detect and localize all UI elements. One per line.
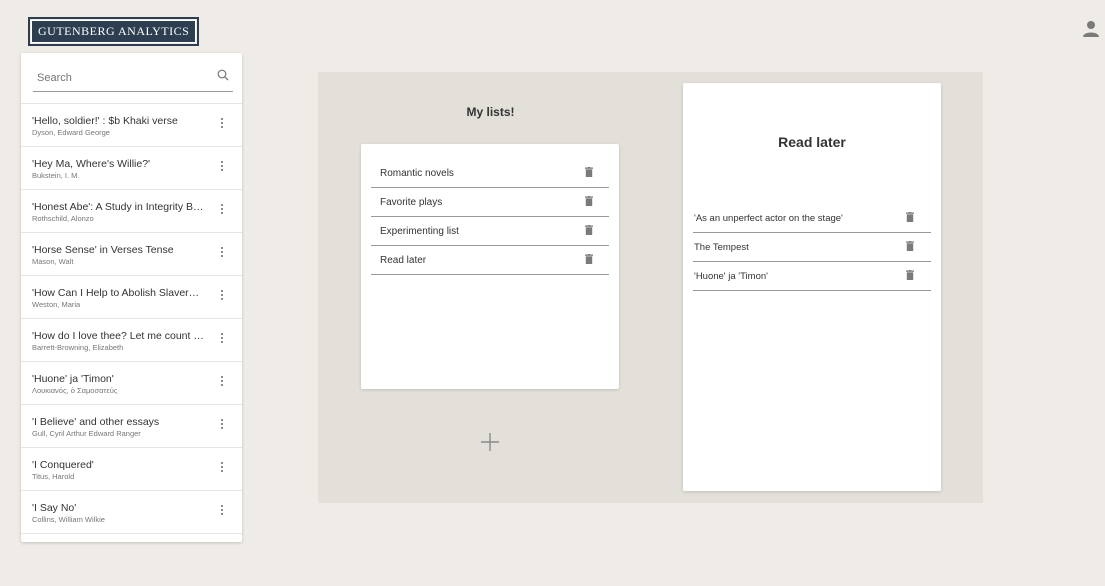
list-book-item[interactable]: 'As an unperfect actor on the stage'	[693, 204, 931, 233]
more-options-icon[interactable]	[218, 505, 226, 519]
search-icon[interactable]	[217, 69, 229, 81]
book-list-item[interactable]: 'Horse Sense' in Verses Tense Mason, Walt	[21, 233, 242, 276]
book-title: 'Hello, soldier!' : $b Khaki verse	[32, 115, 178, 127]
book-title: 'How Can I Help to Abolish Slavery?' or,…	[32, 287, 204, 299]
delete-list-icon[interactable]	[585, 196, 593, 206]
search-input[interactable]	[33, 65, 233, 92]
book-list-item[interactable]: 'Hey Ma, Where's Willie?' Bukstein, I. M.	[21, 147, 242, 190]
app-logo: GUTENBERG ANALYTICS	[28, 17, 200, 46]
book-list-item[interactable]: 'Huone' ja 'Timon' Λουκιανός, ὁ Σαμοσατεύ…	[21, 362, 242, 405]
book-list-item[interactable]: 'How do I love thee? Let me count the wa…	[21, 319, 242, 362]
more-options-icon[interactable]	[218, 118, 226, 132]
remove-book-icon[interactable]	[906, 241, 914, 251]
selected-list-title: Read later	[778, 134, 846, 150]
list-name: Read later	[380, 255, 427, 266]
delete-list-icon[interactable]	[585, 167, 593, 177]
list-book-item[interactable]: The Tempest	[693, 233, 931, 262]
book-author: Gull, Cyril Arthur Edward Ranger	[32, 429, 141, 438]
more-options-icon[interactable]	[218, 462, 226, 476]
book-author: Λουκιανός, ὁ Σαμοσατεύς	[32, 386, 118, 395]
more-options-icon[interactable]	[218, 419, 226, 433]
book-title: 'Honest Abe': A Study in Integrity Based…	[32, 201, 204, 213]
remove-book-icon[interactable]	[906, 212, 914, 222]
search-bar	[21, 53, 242, 104]
list-item[interactable]: Read later	[371, 246, 609, 275]
more-options-icon[interactable]	[218, 290, 226, 304]
list-book-title: 'Huone' ja 'Timon'	[694, 271, 768, 282]
book-author: Weston, Maria	[32, 300, 81, 309]
more-options-icon[interactable]	[218, 161, 226, 175]
add-list-button[interactable]	[480, 432, 500, 452]
book-title: 'Huone' ja 'Timon'	[32, 373, 114, 385]
book-title: 'I Conquered'	[32, 459, 94, 471]
book-author: Collins, William Wilkie	[32, 515, 105, 524]
book-author: Titus, Harold	[32, 472, 75, 481]
book-list-item[interactable]: 'Honest Abe': A Study in Integrity Based…	[21, 190, 242, 233]
list-item[interactable]: Favorite plays	[371, 188, 609, 217]
app-logo-text: GUTENBERG ANALYTICS	[31, 20, 197, 43]
book-list-item[interactable]: 'I Believe' and other essays Gull, Cyril …	[21, 405, 242, 448]
book-sidebar: 'Hello, soldier!' : $b Khaki verseDyson,…	[21, 53, 242, 542]
book-title: 'I Believe' and other essays	[32, 416, 160, 428]
delete-list-icon[interactable]	[585, 225, 593, 235]
more-options-icon[interactable]	[218, 333, 226, 347]
lists-workspace: My lists! Romantic novels Favorite plays E…	[318, 72, 983, 503]
list-item[interactable]: Experimenting list	[371, 217, 609, 246]
list-name: Experimenting list	[380, 226, 459, 237]
book-list-item[interactable]: 'I Say No' Collins, William Wilkie	[21, 491, 242, 534]
more-options-icon[interactable]	[218, 376, 226, 390]
book-list-item[interactable]: 'How Can I Help to Abolish Slavery?' or,…	[21, 276, 242, 319]
book-title: 'Hey Ma, Where's Willie?'	[32, 158, 151, 170]
delete-list-icon[interactable]	[585, 254, 593, 264]
list-name: Favorite plays	[380, 197, 443, 208]
more-options-icon[interactable]	[218, 247, 226, 261]
more-options-icon[interactable]	[218, 204, 226, 218]
list-name: Romantic novels	[380, 168, 454, 179]
book-author: Rothschild, Alonzo	[32, 214, 94, 223]
list-book-title: The Tempest	[694, 242, 749, 253]
selected-list-card: Read later 'As an unperfect actor on the…	[683, 83, 941, 491]
list-book-title: 'As an unperfect actor on the stage'	[694, 213, 843, 224]
book-list-item[interactable]: 'Hello, soldier!' : $b Khaki verse Dyson,…	[21, 104, 242, 147]
my-lists-card: Romantic novels Favorite plays Experimenti…	[361, 144, 619, 389]
user-icon[interactable]	[1083, 20, 1099, 38]
book-author: Barrett-Browning, Elizabeth	[32, 343, 124, 352]
book-title: 'How do I love thee? Let me count the wa…	[32, 330, 204, 342]
book-list: 'Hello, soldier!' : $b Khaki verse Dyson,…	[21, 104, 242, 534]
list-book-item[interactable]: 'Huone' ja 'Timon'	[693, 262, 931, 291]
book-author: Bukstein, I. M.	[32, 171, 80, 180]
list-item[interactable]: Romantic novels	[371, 159, 609, 188]
my-lists-title: My lists!	[466, 105, 515, 119]
remove-book-icon[interactable]	[906, 270, 914, 280]
book-title: 'Horse Sense' in Verses Tense	[32, 244, 174, 256]
book-title: 'I Say No'	[32, 502, 77, 514]
book-author: Dyson, Edward George	[32, 128, 110, 137]
book-author: Mason, Walt	[32, 257, 74, 266]
book-list-item[interactable]: 'I Conquered' Titus, Harold	[21, 448, 242, 491]
